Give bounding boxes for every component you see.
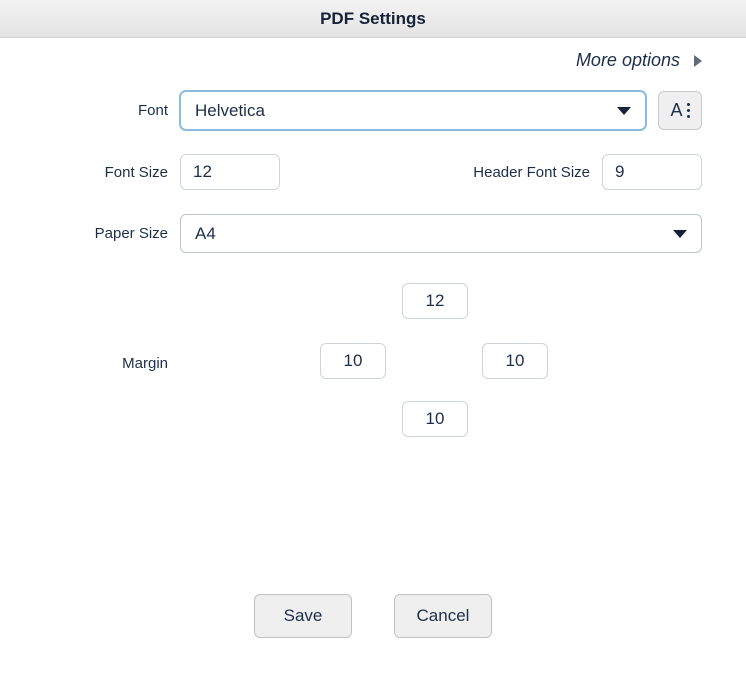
font-label: Font — [44, 102, 180, 119]
font-size-label: Font Size — [44, 164, 180, 181]
margin-label: Margin — [44, 355, 180, 372]
chevron-down-icon — [617, 107, 631, 115]
font-size-input[interactable] — [180, 154, 280, 190]
margin-right-input[interactable] — [482, 343, 548, 379]
margin-bottom-input[interactable] — [402, 401, 468, 437]
cancel-button[interactable]: Cancel — [394, 594, 492, 638]
margin-left-input[interactable] — [320, 343, 386, 379]
chevron-right-icon — [694, 55, 702, 67]
more-options-link[interactable]: More options — [44, 50, 702, 71]
font-options-button[interactable]: A — [658, 91, 702, 130]
header-font-size-input[interactable] — [602, 154, 702, 190]
margin-top-input[interactable] — [402, 283, 468, 319]
header-font-size-label: Header Font Size — [473, 164, 602, 181]
vertical-dots-icon — [687, 103, 690, 118]
more-options-label: More options — [576, 50, 680, 71]
save-button[interactable]: Save — [254, 594, 352, 638]
chevron-down-icon — [673, 230, 687, 238]
font-select[interactable]: Helvetica — [180, 91, 646, 130]
paper-size-label: Paper Size — [44, 225, 180, 242]
margin-grid — [310, 283, 560, 443]
paper-size-select[interactable]: A4 — [180, 214, 702, 253]
font-select-value: Helvetica — [195, 101, 265, 121]
paper-size-select-value: A4 — [195, 224, 216, 244]
letter-a-icon: A — [670, 100, 682, 121]
dialog-title: PDF Settings — [0, 0, 746, 38]
